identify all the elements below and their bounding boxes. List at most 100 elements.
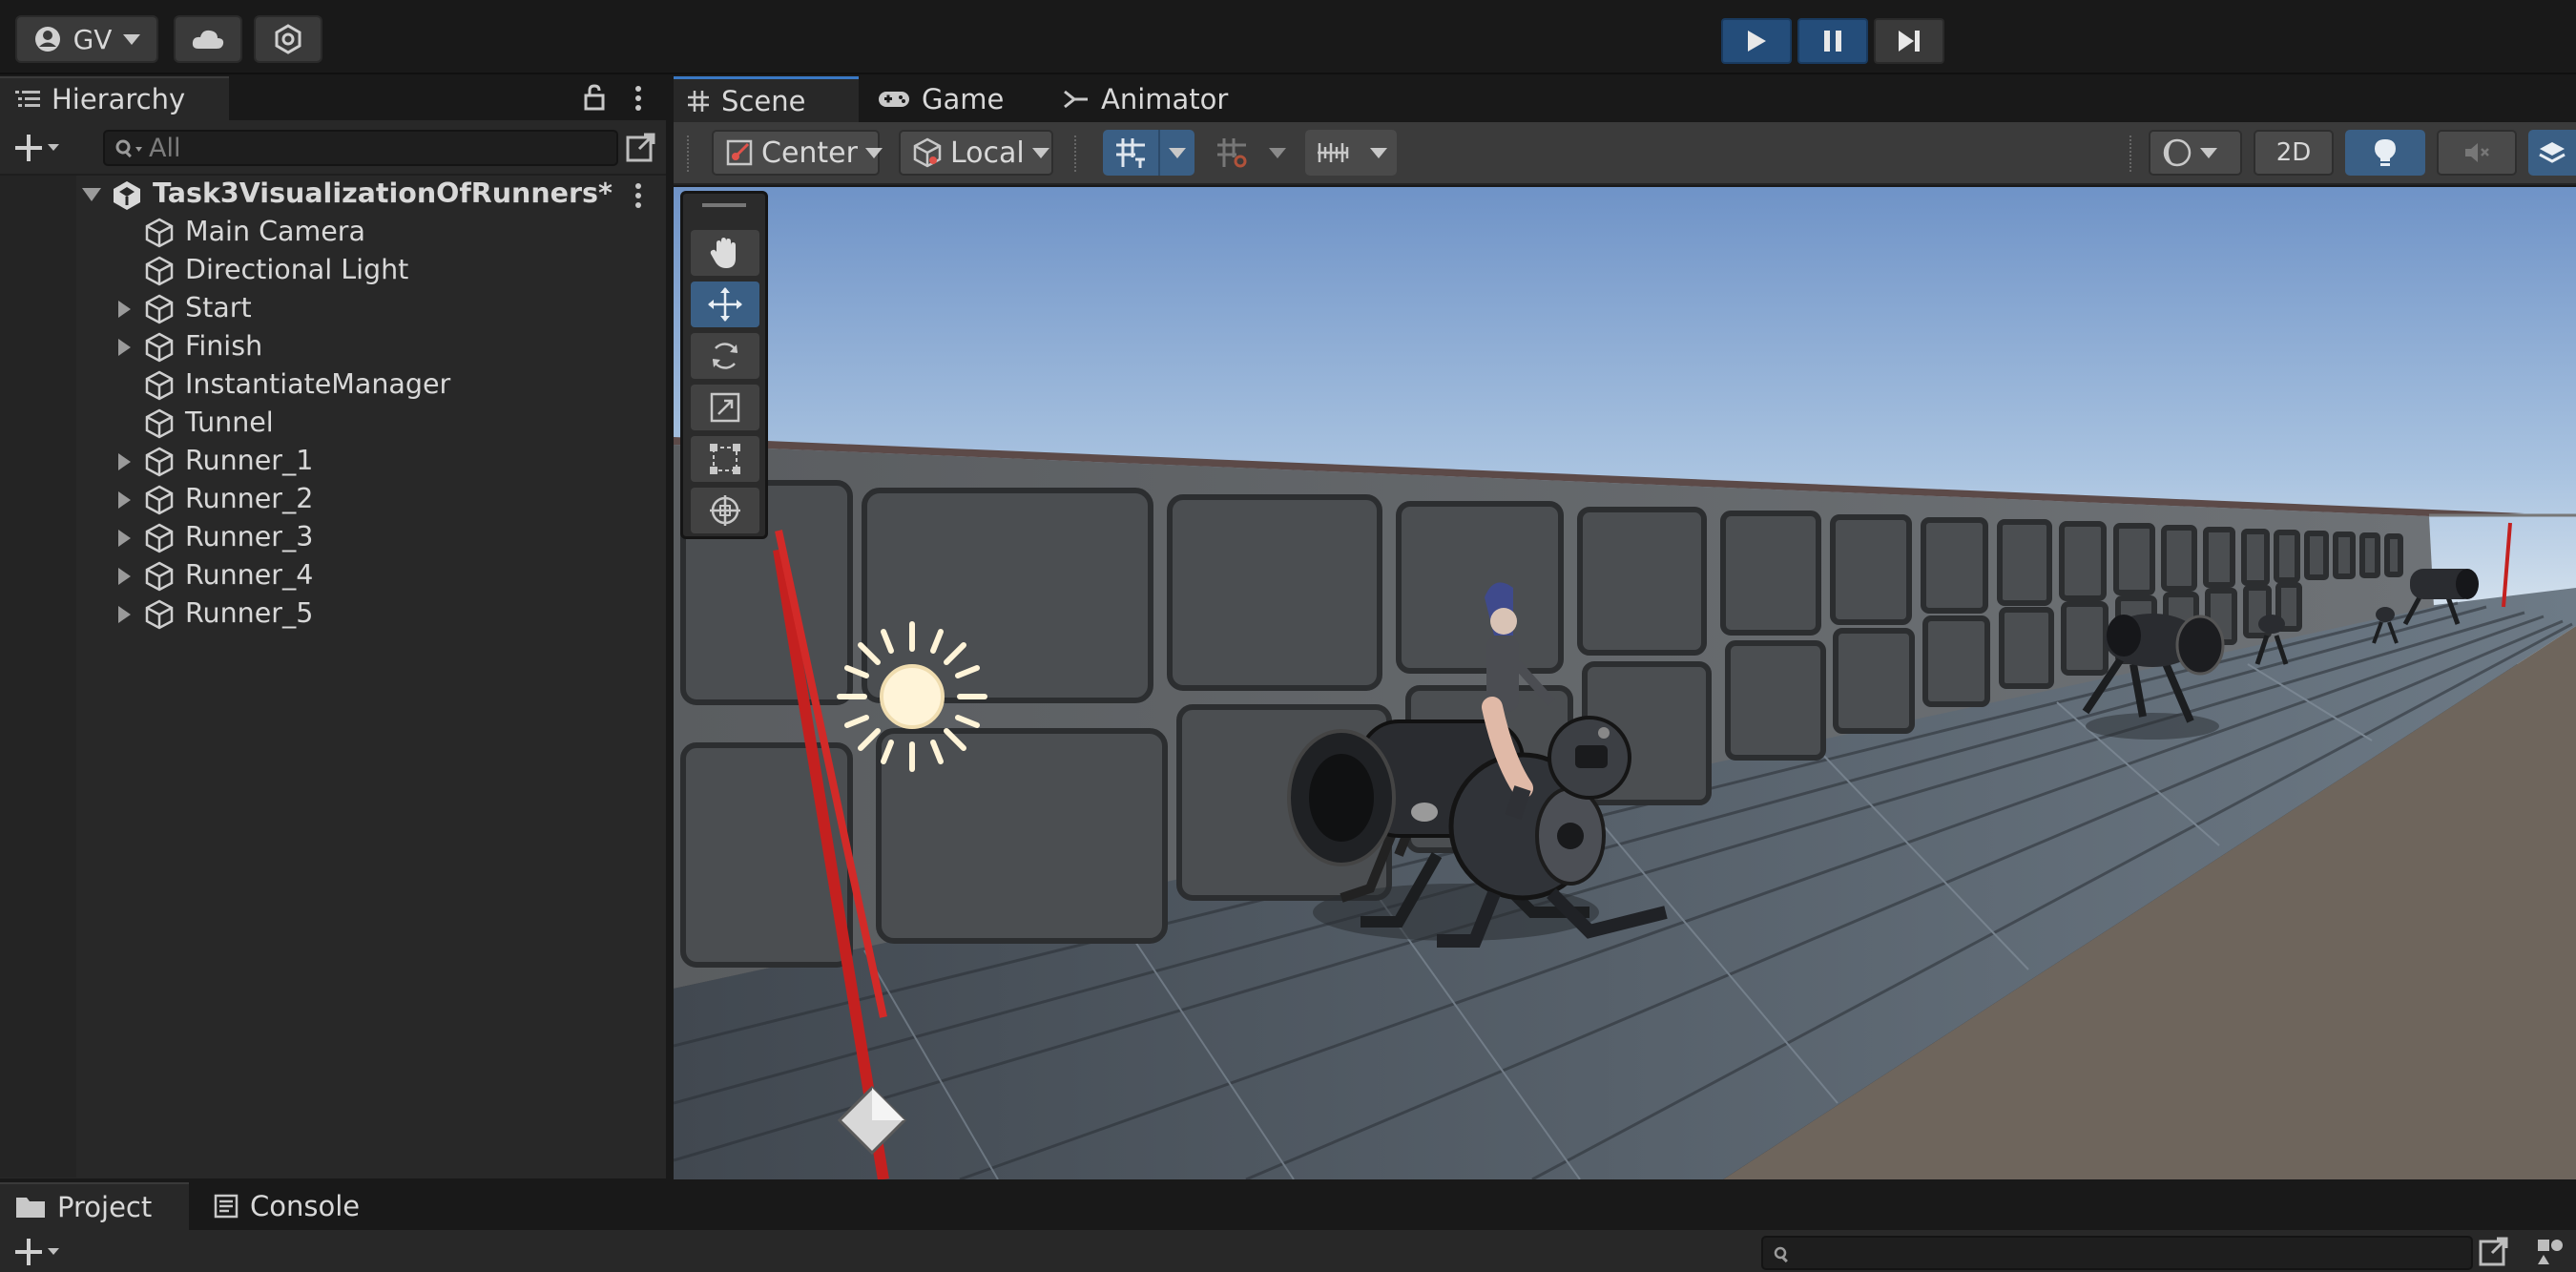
step-button[interactable] <box>1874 18 1944 64</box>
fold-closed-icon[interactable] <box>118 606 131 623</box>
space-dropdown[interactable]: Local <box>899 130 1053 176</box>
toolbar-separator <box>1074 136 1078 172</box>
fold-closed-icon[interactable] <box>118 530 131 547</box>
rect-tool[interactable] <box>691 436 759 482</box>
gameobject-icon <box>143 560 176 593</box>
tab-game[interactable]: Game <box>878 76 1040 122</box>
rotate-tool[interactable] <box>691 333 759 379</box>
grid-snap-dropdown[interactable] <box>1158 130 1195 176</box>
hierarchy-item[interactable]: Tunnel <box>0 405 666 443</box>
local-space-icon <box>912 137 943 168</box>
ruler-toggle[interactable] <box>1305 130 1361 176</box>
lightbulb-icon <box>2373 137 2398 168</box>
scene-render <box>674 187 2576 1179</box>
chevron-down-icon <box>123 33 141 45</box>
overlay-grip[interactable] <box>702 203 746 207</box>
search-icon <box>1773 1245 1792 1264</box>
lock-icon[interactable] <box>584 84 605 111</box>
play-button[interactable] <box>1721 18 1792 64</box>
hierarchy-item[interactable]: InstantiateManager <box>0 366 666 405</box>
tab-project[interactable]: Project <box>0 1182 189 1230</box>
lighting-toggle[interactable] <box>2345 130 2425 176</box>
hierarchy-tree: Task3VisualizationOfRunners* Main Camera… <box>0 176 666 1178</box>
effects-toggle[interactable] <box>2528 130 2576 176</box>
tab-animator[interactable]: Animator <box>1063 76 1273 122</box>
grid-icon <box>687 90 710 113</box>
project-panel: Project Console <box>0 1179 2576 1272</box>
directional-light-gizmo[interactable] <box>837 621 987 772</box>
hierarchy-item[interactable]: Directional Light <box>0 252 666 290</box>
hierarchy-item[interactable]: Runner_5 <box>0 595 666 634</box>
fold-open-icon[interactable] <box>82 188 101 201</box>
scene-root-row[interactable]: Task3VisualizationOfRunners* <box>0 176 666 214</box>
hierarchy-item[interactable]: Main Camera <box>0 214 666 252</box>
effects-layers-icon <box>2538 138 2566 167</box>
main-toolbar: GV <box>0 0 2576 74</box>
scale-tool[interactable] <box>691 385 759 430</box>
audio-toggle[interactable] <box>2437 130 2517 176</box>
tab-console[interactable]: Console <box>214 1182 405 1230</box>
toolbar-grip <box>687 136 691 172</box>
hierarchy-item[interactable]: Runner_4 <box>0 557 666 595</box>
hierarchy-tabbar: Hierarchy <box>0 76 666 120</box>
tab-hierarchy[interactable]: Hierarchy <box>0 76 229 120</box>
hierarchy-item[interactable]: Finish <box>0 328 666 366</box>
grid-snap-toggle[interactable] <box>1103 130 1158 176</box>
gameobject-icon <box>143 369 176 402</box>
fold-closed-icon[interactable] <box>118 453 131 470</box>
audio-muted-icon <box>2462 139 2491 166</box>
account-dropdown[interactable]: GV <box>15 15 158 63</box>
hand-tool[interactable] <box>691 230 759 276</box>
fold-closed-icon[interactable] <box>118 301 131 318</box>
gameobject-icon <box>143 407 176 440</box>
hierarchy-item[interactable]: Runner_1 <box>0 443 666 481</box>
fold-closed-icon[interactable] <box>118 339 131 356</box>
ruler-dropdown[interactable] <box>1361 130 1397 176</box>
hierarchy-item[interactable]: Runner_2 <box>0 481 666 519</box>
scale-icon <box>709 391 741 424</box>
fold-closed-icon[interactable] <box>118 491 131 509</box>
kebab-menu-icon[interactable] <box>634 84 643 113</box>
hand-icon <box>709 236 741 270</box>
collab-button[interactable] <box>254 15 322 63</box>
toggle-2d-button[interactable]: 2D <box>2254 130 2334 176</box>
hierarchy-item-label: InstantiateManager <box>185 368 451 400</box>
tab-scene[interactable]: Scene <box>674 76 859 122</box>
add-icon[interactable] <box>15 134 61 162</box>
scene-toolbar: Center Local 2D <box>674 122 2576 185</box>
expand-window-icon[interactable] <box>626 132 656 162</box>
hierarchy-item-label: Main Camera <box>185 216 365 247</box>
transform-tool[interactable] <box>691 488 759 533</box>
hierarchy-item[interactable]: Runner_3 <box>0 519 666 557</box>
hierarchy-item-label: Directional Light <box>185 254 409 285</box>
hierarchy-search-input[interactable]: All <box>103 130 618 166</box>
gameobject-icon <box>143 522 176 554</box>
pause-button[interactable] <box>1797 18 1868 64</box>
hierarchy-toolbar: All <box>0 120 666 176</box>
gameobject-icon <box>143 255 176 287</box>
fold-closed-icon[interactable] <box>118 568 131 585</box>
tab-console-label: Console <box>250 1190 361 1222</box>
hierarchy-item[interactable]: Start <box>0 290 666 328</box>
increment-snap-dropdown[interactable] <box>1259 130 1296 176</box>
hierarchy-panel: Hierarchy All Task3VisualizationOfRunner… <box>0 76 670 1178</box>
add-asset-icon[interactable] <box>15 1238 61 1266</box>
shading-mode-dropdown[interactable] <box>2149 130 2242 176</box>
pivot-dropdown[interactable]: Center <box>712 130 883 176</box>
move-tool[interactable] <box>691 282 759 327</box>
gamepad-icon <box>878 89 910 110</box>
shading-sphere-icon <box>2162 137 2192 168</box>
pivot-label: Center <box>761 136 858 170</box>
grid-snap-icon <box>1114 136 1147 169</box>
scene-menu-icon[interactable] <box>634 181 643 210</box>
pivot-center-icon <box>725 138 754 167</box>
grid-snap-group <box>1103 130 1195 176</box>
cloud-button[interactable] <box>174 15 242 63</box>
project-search-input[interactable] <box>1761 1236 2473 1270</box>
increment-snap-toggle[interactable] <box>1204 130 1259 176</box>
move-arrows-icon <box>706 285 744 323</box>
scene-viewport[interactable] <box>674 187 2576 1179</box>
scene-tabbar: Scene Game Animator <box>674 76 2576 122</box>
expand-window-icon[interactable] <box>2479 1236 2509 1266</box>
asset-label-icon[interactable] <box>2534 1236 2566 1268</box>
